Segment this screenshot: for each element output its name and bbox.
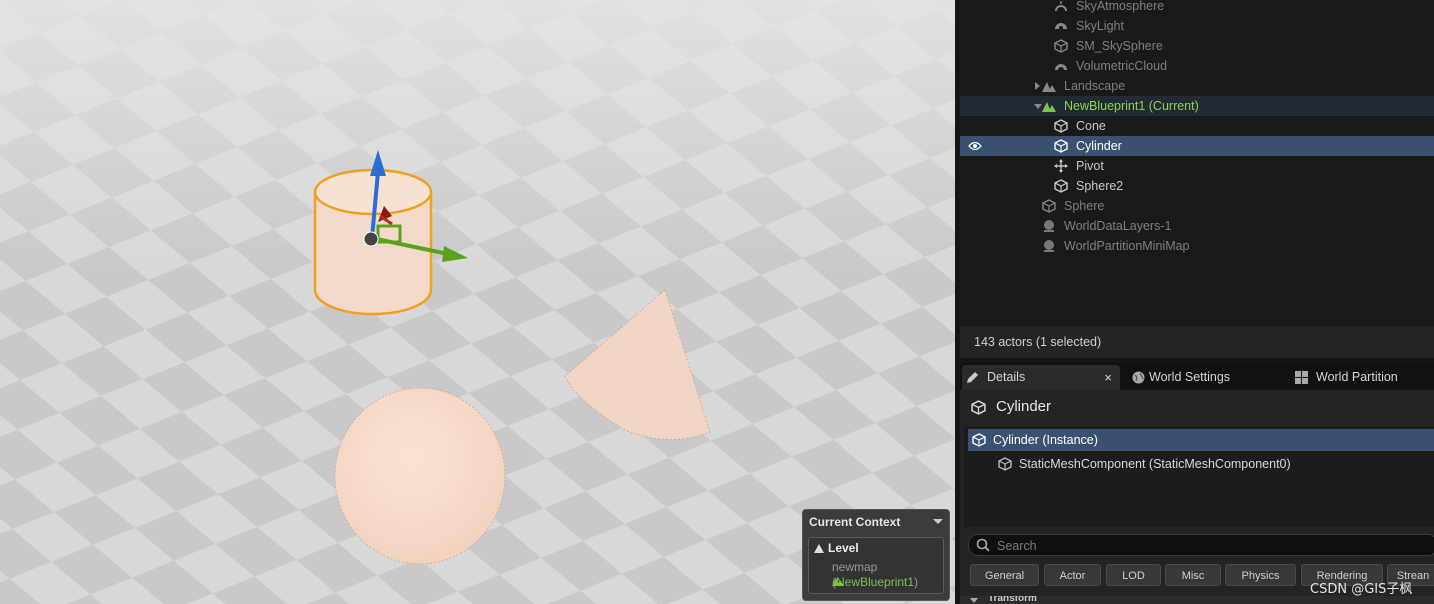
level-instance-icon: [832, 578, 844, 586]
details-tab-bar: Details × World Settings World Partition: [960, 362, 1434, 390]
outliner-label: NewBlueprint1 (Current): [1064, 99, 1199, 113]
search-icon: [976, 538, 990, 552]
filter-actor-button[interactable]: Actor: [1044, 564, 1101, 586]
component-label: Cylinder (Instance): [993, 433, 1098, 447]
static-mesh-icon: [1042, 199, 1056, 213]
tab-details[interactable]: Details ×: [962, 365, 1120, 390]
component-row-instance[interactable]: Cylinder (Instance): [968, 429, 1434, 451]
filter-misc-button[interactable]: Misc: [1165, 564, 1221, 586]
static-mesh-icon: [972, 433, 986, 447]
sky-atmosphere-icon: [1055, 1, 1067, 12]
transform-section-header[interactable]: Transform: [960, 596, 1434, 604]
component-tree: Cylinder (Instance) StaticMeshComponent …: [964, 426, 1434, 527]
outliner-row-cylinder[interactable]: Cylinder: [960, 136, 1434, 156]
outliner-label: WorldPartitionMiniMap: [1064, 239, 1190, 253]
current-context-widget: Current Context Level newmap (NewBluepri…: [802, 509, 950, 601]
tab-world-settings-label: World Settings: [1149, 370, 1231, 384]
context-blueprint-name: NewBlueprint1: [836, 575, 915, 589]
details-panel: Cylinder Cylinder (Instance) StaticMeshC…: [960, 390, 1434, 604]
context-paren-close: ): [914, 575, 919, 589]
outliner-status-bar: 143 actors (1 selected): [960, 326, 1434, 358]
transform-label: Transform: [988, 596, 1037, 604]
chevron-down-icon: [970, 598, 978, 603]
static-mesh-icon: [1054, 119, 1068, 133]
context-level-label: Level: [814, 541, 859, 555]
component-label: StaticMeshComponent (StaticMeshComponent…: [1019, 457, 1291, 471]
visibility-eye-icon[interactable]: [968, 140, 982, 152]
filter-general-button[interactable]: General: [970, 564, 1039, 586]
outliner-row-worlddatalayers[interactable]: WorldDataLayers-1: [960, 216, 1434, 236]
outliner-row-sphere2[interactable]: Sphere2: [960, 176, 1434, 196]
tab-world-partition-label: World Partition: [1316, 370, 1398, 384]
outliner-row-skylight[interactable]: SkyLight: [960, 16, 1434, 36]
current-context-body: Level newmap (NewBlueprint1): [808, 537, 944, 594]
outliner-row-landscape[interactable]: Landscape: [960, 76, 1434, 96]
outliner-label: Pivot: [1076, 159, 1104, 173]
outliner-label: WorldDataLayers-1: [1064, 219, 1172, 233]
static-mesh-icon: [1054, 139, 1068, 153]
details-search-box[interactable]: [968, 534, 1434, 556]
level-instance-icon: [1042, 102, 1056, 112]
outliner-row-cone[interactable]: Cone: [960, 116, 1434, 136]
component-row-staticmesh[interactable]: StaticMeshComponent (StaticMeshComponent…: [968, 453, 1434, 475]
outliner-label: Sphere2: [1076, 179, 1124, 193]
details-search-input[interactable]: [995, 537, 1419, 555]
right-panel: SkyAtmosphere SkyLight SM_SkySphere Volu…: [955, 0, 1434, 604]
outliner-label: Cylinder: [1076, 139, 1122, 153]
world-outliner: SkyAtmosphere SkyLight SM_SkySphere Volu…: [960, 0, 1434, 326]
details-actor-title: Cylinder: [996, 398, 1052, 415]
pencil-icon: [967, 372, 978, 383]
close-icon[interactable]: ×: [1104, 365, 1112, 390]
level-viewport[interactable]: Current Context Level newmap (NewBluepri…: [0, 0, 955, 604]
sphere-mesh[interactable]: [334, 387, 506, 565]
static-mesh-icon: [998, 457, 1012, 471]
landscape-icon: [1042, 82, 1056, 92]
pivot-icon: [1054, 159, 1068, 173]
globe-icon: [1132, 371, 1145, 384]
outliner-row-sm-skysphere[interactable]: SM_SkySphere: [960, 36, 1434, 56]
outliner-label: SkyAtmosphere: [1076, 0, 1165, 13]
outliner-label: Sphere: [1064, 199, 1105, 213]
context-map-name: newmap: [832, 560, 878, 574]
tab-details-label: Details: [987, 370, 1026, 384]
current-context-header[interactable]: Current Context: [803, 510, 949, 534]
minimap-icon: [1044, 240, 1054, 252]
cloud-icon: [1055, 64, 1067, 70]
outliner-row-worldpartitionminimap[interactable]: WorldPartitionMiniMap: [960, 236, 1434, 256]
collapse-arrow-icon[interactable]: [1034, 104, 1042, 109]
outliner-row-skyatmosphere[interactable]: SkyAtmosphere: [960, 0, 1434, 16]
outliner-label: Landscape: [1064, 79, 1126, 93]
static-mesh-icon: [1054, 179, 1068, 193]
outliner-label: Cone: [1076, 119, 1106, 133]
tab-world-settings[interactable]: World Settings: [1128, 365, 1278, 390]
outliner-label: VolumetricCloud: [1076, 59, 1168, 73]
outliner-row-sphere[interactable]: Sphere: [960, 196, 1434, 216]
context-blueprint: (NewBlueprint1): [832, 575, 918, 589]
static-mesh-icon: [971, 400, 986, 415]
tab-world-partition[interactable]: World Partition: [1290, 365, 1434, 390]
static-mesh-icon: [1054, 39, 1068, 53]
outliner-row-volumetriccloud[interactable]: VolumetricCloud: [960, 56, 1434, 76]
outliner-label: SkyLight: [1076, 19, 1124, 33]
watermark-text: CSDN @GIS子枫: [1310, 582, 1413, 597]
outliner-row-newblueprint1[interactable]: NewBlueprint1 (Current): [960, 96, 1434, 116]
grid-icon: [1295, 371, 1308, 384]
context-level-text: Level: [828, 541, 859, 555]
outliner-row-pivot[interactable]: Pivot: [960, 156, 1434, 176]
level-icon: [814, 544, 824, 553]
chevron-down-icon[interactable]: [933, 519, 943, 524]
filter-lod-button[interactable]: LOD: [1106, 564, 1161, 586]
skylight-icon: [1055, 23, 1067, 30]
current-context-title: Current Context: [809, 515, 901, 529]
expand-arrow-icon[interactable]: [1035, 82, 1040, 90]
filter-physics-button[interactable]: Physics: [1225, 564, 1296, 586]
outliner-label: SM_SkySphere: [1076, 39, 1163, 53]
world-data-layers-icon: [1044, 220, 1054, 232]
actor-count-text: 143 actors (1 selected): [974, 335, 1102, 349]
